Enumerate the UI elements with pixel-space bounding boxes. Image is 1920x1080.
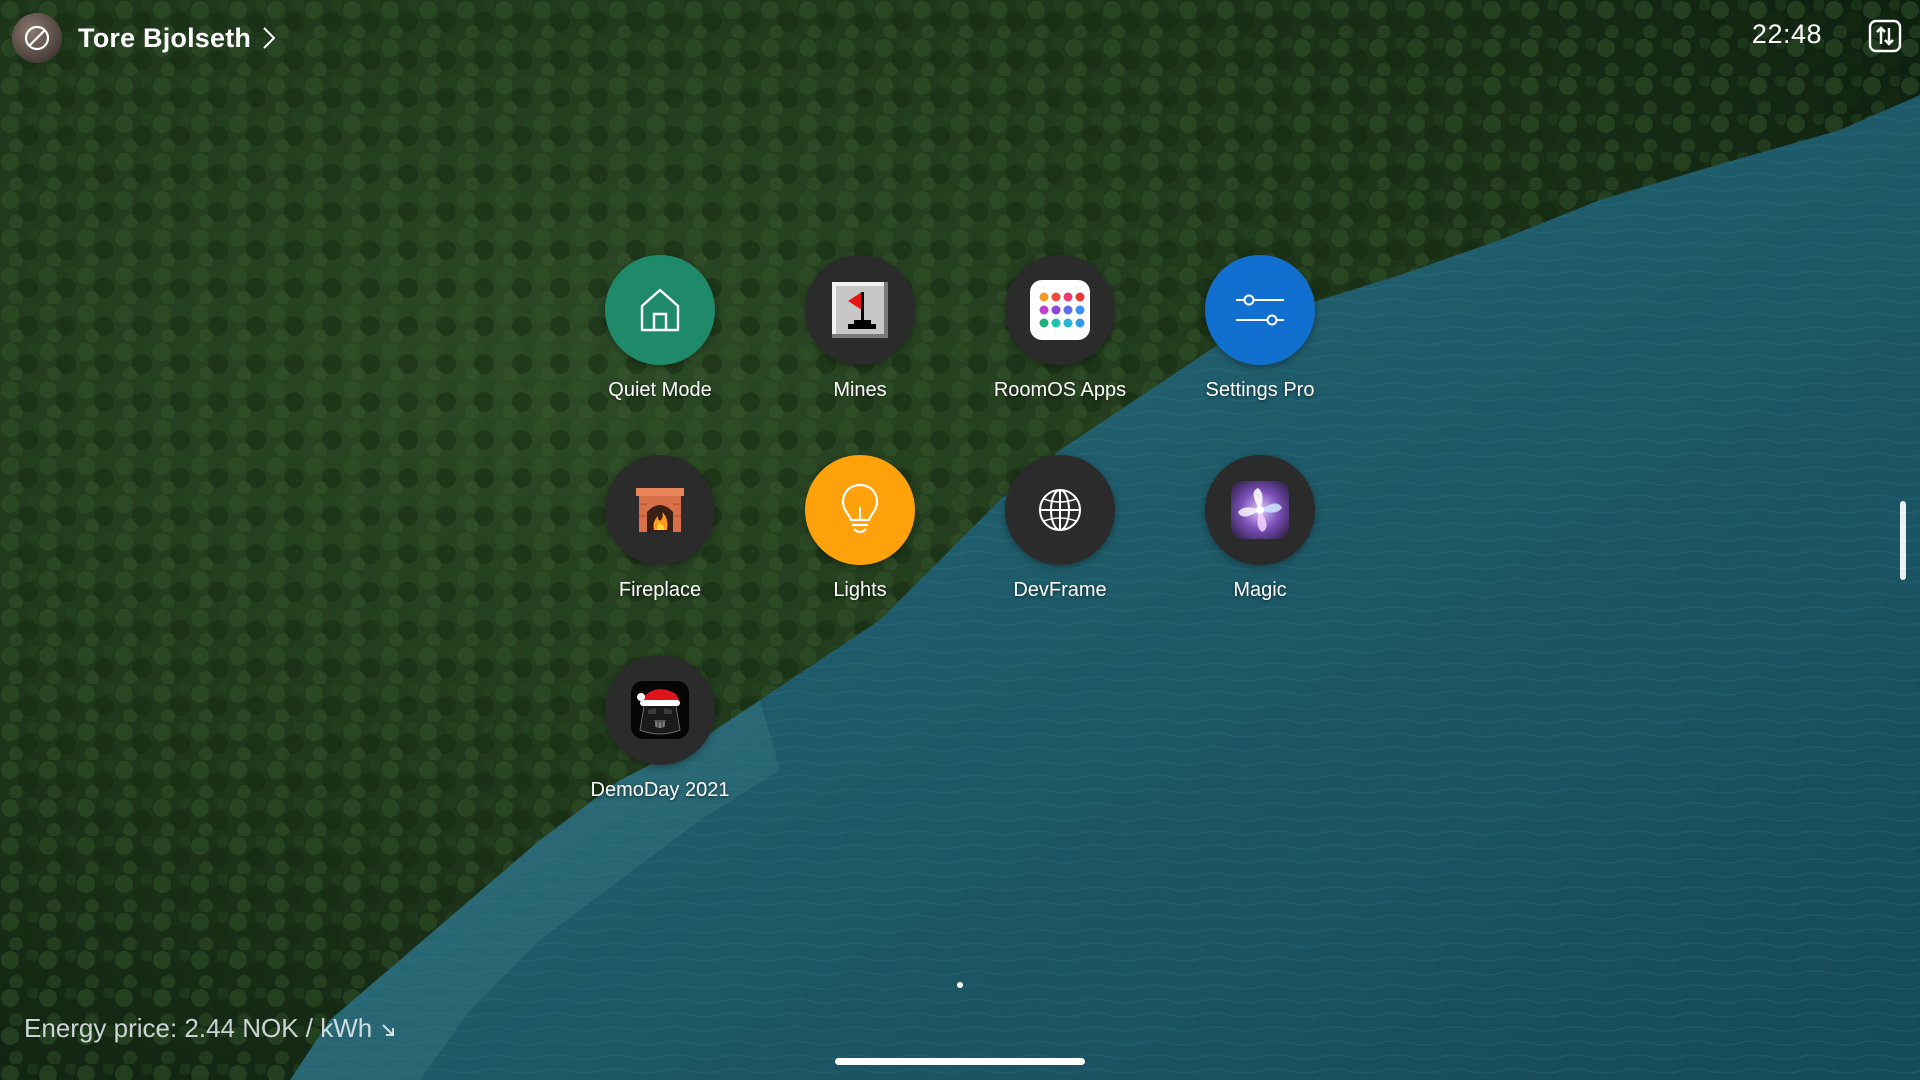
app-settings-pro-circle xyxy=(1205,255,1315,365)
fireplace-icon xyxy=(636,488,684,532)
user-name: Tore Bjolseth xyxy=(78,22,252,53)
device-controls-icon[interactable] xyxy=(1868,19,1902,53)
clock: 22:48 xyxy=(1751,19,1822,49)
app-lights[interactable]: Lights xyxy=(750,455,970,615)
app-label: Settings Pro xyxy=(1205,379,1315,401)
app-demoday-2021-circle xyxy=(605,655,715,765)
app-roomos-apps[interactable]: RoomOS Apps xyxy=(950,255,1170,415)
app-label: Quiet Mode xyxy=(608,379,712,401)
app-label: Fireplace xyxy=(618,579,702,601)
home-screen: Tore Bjolseth 22:48 Quiet Mode Mines Roo… xyxy=(0,0,1920,1080)
app-label: DevFrame xyxy=(1013,579,1107,601)
app-settings-pro[interactable]: Settings Pro xyxy=(1150,255,1370,415)
top-bar: Tore Bjolseth 22:48 xyxy=(0,0,1920,72)
app-grid-icon xyxy=(1030,280,1090,340)
page-indicator-dot xyxy=(957,982,963,988)
magic-swirl-icon xyxy=(1231,481,1289,539)
app-demoday-2021[interactable]: DemoDay 2021 xyxy=(550,655,770,815)
app-roomos-apps-circle xyxy=(1005,255,1115,365)
app-fireplace[interactable]: Fireplace xyxy=(550,455,770,615)
sliders-icon xyxy=(1236,294,1284,326)
app-lights-circle xyxy=(805,455,915,565)
home-indicator-bar[interactable] xyxy=(835,1058,1085,1065)
energy-price-text: Energy price: 2.44 NOK / kWh xyxy=(24,1013,373,1043)
app-quiet-mode-circle xyxy=(605,255,715,365)
scroll-indicator[interactable] xyxy=(1900,501,1906,580)
app-quiet-mode[interactable]: Quiet Mode xyxy=(550,255,770,415)
trend-down-icon xyxy=(382,1023,395,1036)
do-not-disturb-icon xyxy=(24,25,50,51)
energy-price-widget: Energy price: 2.44 NOK / kWh xyxy=(24,1013,396,1044)
user-profile-button[interactable]: Tore Bjolseth xyxy=(12,13,277,63)
app-mines-circle xyxy=(805,255,915,365)
home-icon xyxy=(640,288,680,332)
app-label: Mines xyxy=(833,379,887,401)
chevron-right-icon xyxy=(263,27,276,49)
app-fireplace-circle xyxy=(605,455,715,565)
app-magic-circle xyxy=(1205,455,1315,565)
app-label: Lights xyxy=(833,579,887,601)
minesweeper-flag-icon xyxy=(832,282,888,338)
app-devframe[interactable]: DevFrame xyxy=(950,455,1170,615)
app-label: Magic xyxy=(1233,579,1287,601)
app-magic[interactable]: Magic xyxy=(1150,455,1370,615)
app-label: RoomOS Apps xyxy=(993,379,1127,401)
app-label: DemoDay 2021 xyxy=(590,779,730,801)
darth-vader-santa-icon xyxy=(631,681,689,739)
app-devframe-circle xyxy=(1005,455,1115,565)
globe-icon xyxy=(1039,489,1081,531)
lightbulb-icon xyxy=(841,483,879,534)
avatar xyxy=(12,13,62,63)
app-mines[interactable]: Mines xyxy=(750,255,970,415)
